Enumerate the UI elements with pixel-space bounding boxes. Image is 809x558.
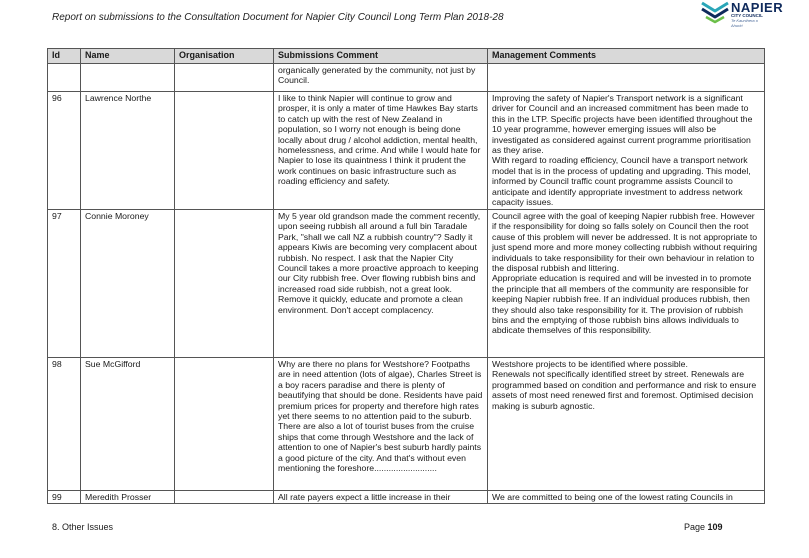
logo-tagline: Te Kaunihera o Ahuriri — [731, 18, 758, 28]
cell-organisation — [174, 63, 274, 92]
cell-management: We are committed to being one of the low… — [487, 489, 765, 505]
footer-page-number: Page 109 — [684, 522, 723, 532]
table-row: 98 Sue McGifford Why are there no plans … — [47, 357, 765, 491]
page-label: Page — [684, 522, 706, 532]
footer-section-label: 8. Other Issues — [52, 522, 114, 532]
cell-management — [487, 63, 765, 92]
column-header-name: Name — [80, 48, 175, 64]
report-title: Report on submissions to the Consultatio… — [52, 12, 504, 23]
table-row: organically generated by the community, … — [47, 63, 765, 92]
cell-organisation — [174, 357, 274, 491]
column-header-submissions-comment: Submissions Comment — [273, 48, 488, 64]
cell-name: Lawrence Northe — [80, 91, 175, 210]
column-header-id: Id — [47, 48, 81, 64]
cell-organisation — [174, 209, 274, 358]
cell-management: Westshore projects to be identified wher… — [487, 357, 765, 491]
cell-name: Meredith Prosser — [80, 489, 175, 505]
cell-id: 98 — [47, 357, 81, 491]
cell-management: Improving the safety of Napier's Transpo… — [487, 91, 765, 210]
cell-name: Sue McGifford — [80, 357, 175, 491]
table-row: 97 Connie Moroney My 5 year old grandson… — [47, 209, 765, 358]
column-header-management-comments: Management Comments — [487, 48, 765, 64]
cell-id — [47, 63, 81, 92]
column-header-organisation: Organisation — [174, 48, 274, 64]
cell-submission: All rate payers expect a little increase… — [273, 489, 488, 505]
table-row: 99 Meredith Prosser All rate payers expe… — [47, 489, 765, 505]
cell-submission: My 5 year old grandson made the comment … — [273, 209, 488, 358]
page-number: 109 — [707, 522, 723, 532]
cell-name — [80, 63, 175, 92]
cell-submission: organically generated by the community, … — [273, 63, 488, 92]
cell-organisation — [174, 91, 274, 210]
cell-id: 96 — [47, 91, 81, 210]
table-header-row: Id Name Organisation Submissions Comment… — [47, 48, 765, 64]
cell-id: 97 — [47, 209, 81, 358]
table-row: 96 Lawrence Northe I like to think Napie… — [47, 91, 765, 210]
cell-id: 99 — [47, 489, 81, 505]
cell-organisation — [174, 489, 274, 505]
napier-city-council-logo: NAPIER CITY COUNCIL Te Kaunihera o Ahuri… — [700, 0, 783, 36]
cell-management: Council agree with the goal of keeping N… — [487, 209, 765, 358]
waves-icon — [701, 1, 729, 24]
cell-submission: Why are there no plans for Westshore? Fo… — [273, 357, 488, 491]
submissions-table: Id Name Organisation Submissions Comment… — [47, 48, 765, 505]
cell-submission: I like to think Napier will continue to … — [273, 91, 488, 210]
cell-name: Connie Moroney — [80, 209, 175, 358]
